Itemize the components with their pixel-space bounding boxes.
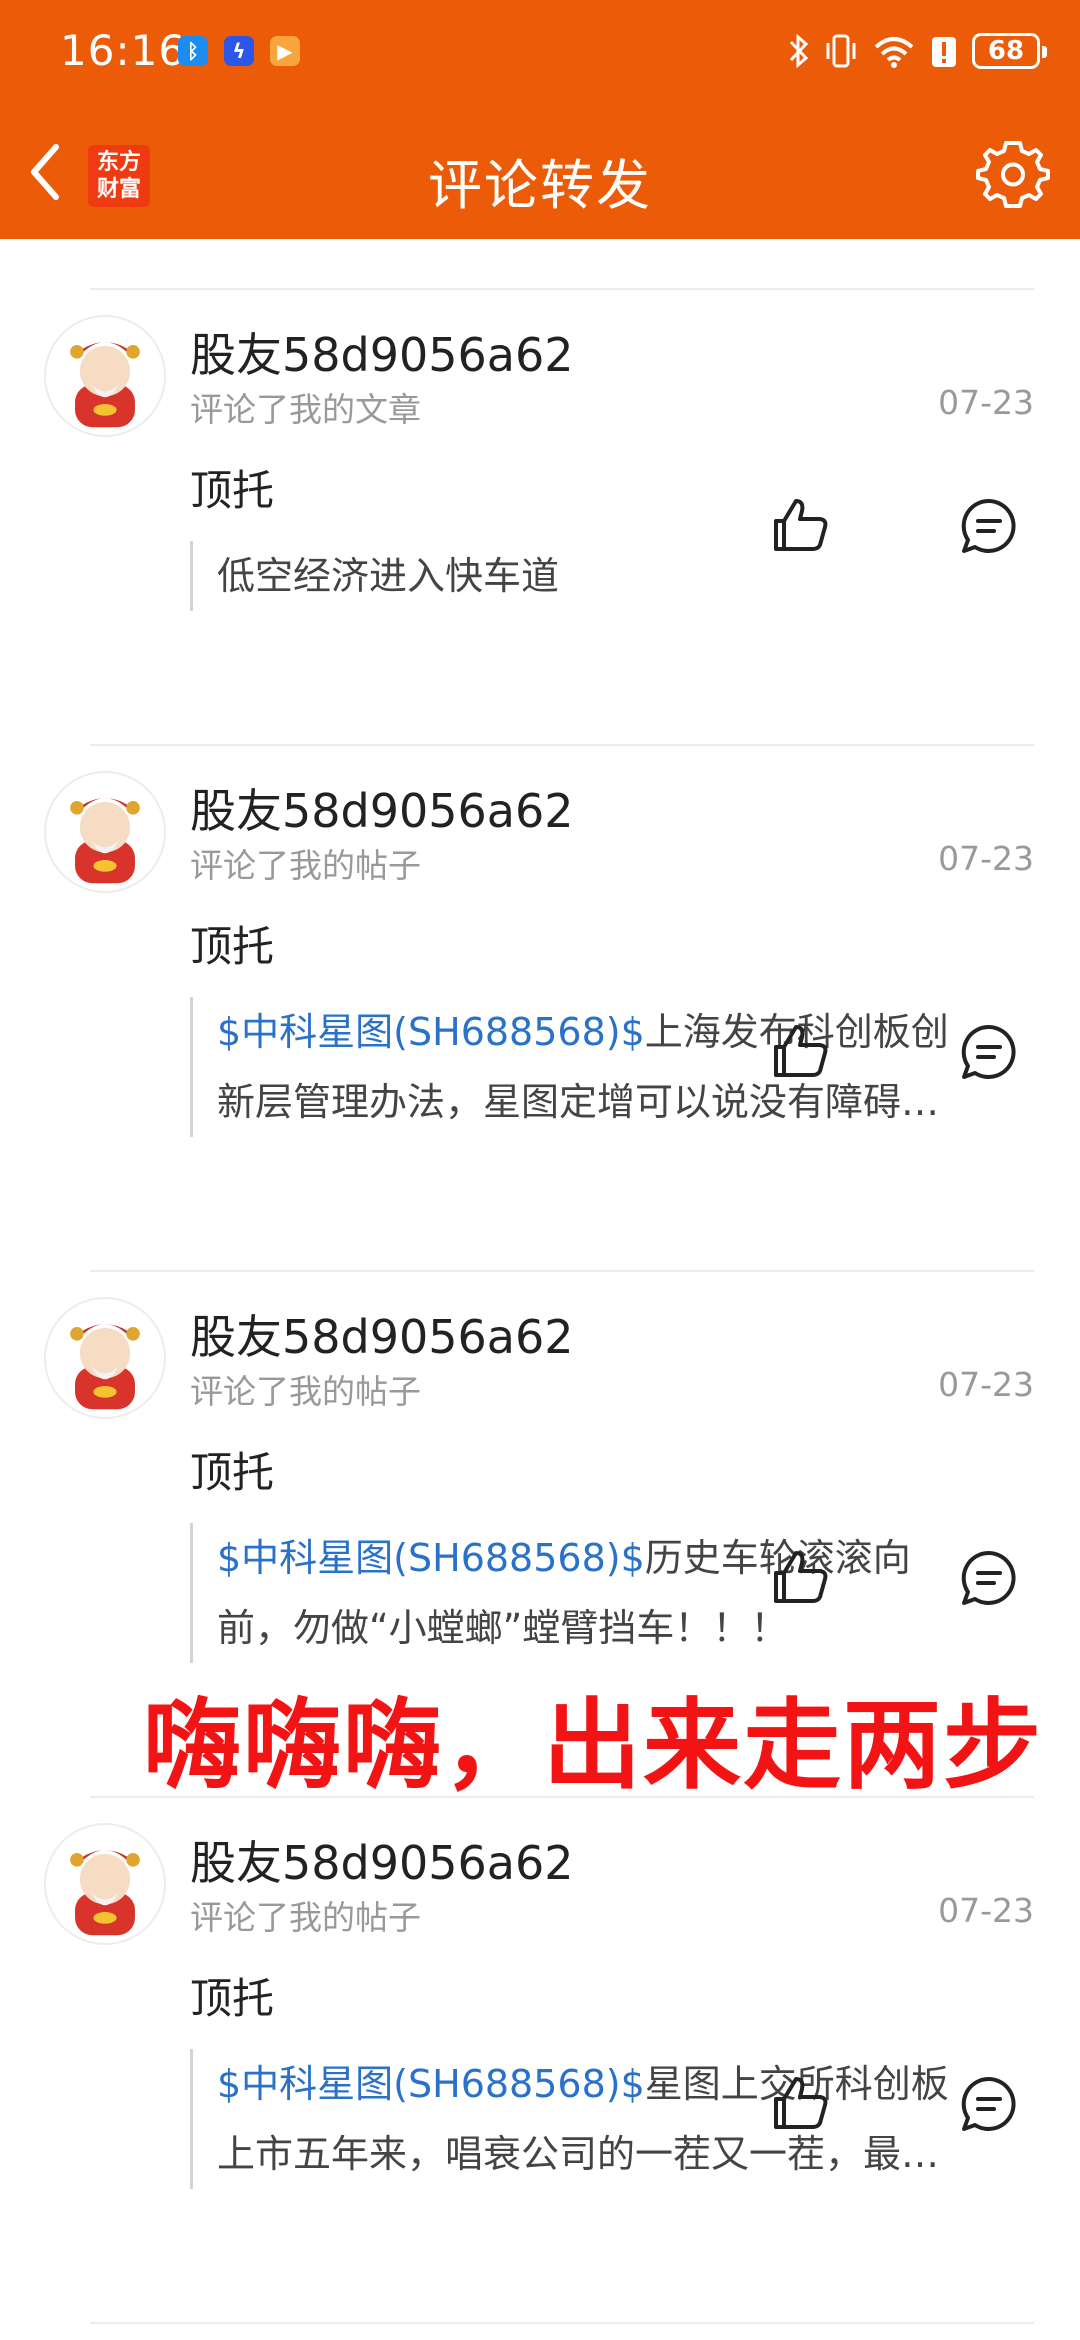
- stock-link[interactable]: $中科星图(SH688568)$: [217, 1536, 645, 1580]
- overlay-caption: 嗨嗨嗨，出来走两步: [143, 1689, 1044, 1803]
- like-button[interactable]: [770, 1021, 832, 1083]
- battery-icon: 68: [972, 33, 1047, 69]
- avatar[interactable]: [44, 315, 166, 437]
- stock-link[interactable]: $中科星图(SH688568)$: [217, 2062, 645, 2106]
- action-text: 评论了我的帖子: [190, 846, 421, 885]
- settings-button[interactable]: [976, 137, 1050, 211]
- reply-button[interactable]: [958, 1547, 1020, 1609]
- chat-bubble-icon: [961, 1550, 1016, 1605]
- quoted-post[interactable]: $中科星图(SH688568)$上海发布科创板创 新层管理办法，星图定增可以说没…: [190, 997, 1036, 1137]
- video-app-icon: ▶: [270, 36, 300, 66]
- action-text: 评论了我的帖子: [190, 1372, 421, 1411]
- quote-line-1: $中科星图(SH688568)$星图上交所科创板: [217, 2049, 1036, 2119]
- quoted-post[interactable]: $中科星图(SH688568)$星图上交所科创板 上市五年来，唱衰公司的一茬又一…: [190, 2049, 1036, 2189]
- avatar-image: [70, 1324, 140, 1410]
- reply-button[interactable]: [958, 495, 1020, 557]
- quote-line-2: 前，勿做“小螳螂”螳臂挡车！！！: [217, 1606, 789, 1650]
- quoted-post[interactable]: $中科星图(SH688568)$历史车轮滚滚向 前，勿做“小螳螂”螳臂挡车！！！: [190, 1523, 1036, 1663]
- quoted-post[interactable]: 低空经济进入快车道: [190, 541, 1036, 611]
- alert-icon: [932, 37, 956, 67]
- quote-line-2: 新层管理办法，星图定增可以说没有障碍…: [217, 1080, 940, 1124]
- post-date: 07-23: [938, 1365, 1034, 1404]
- wifi-icon: [874, 37, 914, 68]
- comment-text: 顶托: [190, 466, 275, 515]
- list-item[interactable]: 股友58d9056a62 评论了我的帖子 07-23 顶托 $中科星图(SH68…: [0, 745, 1080, 1271]
- username[interactable]: 股友58d9056a62: [190, 775, 574, 841]
- stock-link[interactable]: $中科星图(SH688568)$: [217, 1010, 645, 1054]
- like-button[interactable]: [770, 2073, 832, 2135]
- like-button[interactable]: [770, 1547, 832, 1609]
- action-text: 评论了我的文章: [190, 390, 421, 429]
- avatar-image: [70, 342, 140, 428]
- username[interactable]: 股友58d9056a62: [190, 1827, 574, 1893]
- reply-button[interactable]: [958, 2073, 1020, 2135]
- status-bar: 16:16 ᛒ ϟ ▶ 68: [0, 0, 1080, 105]
- list-item[interactable]: 股友58d9056a62 评论了我的帖子 07-23 顶托 $中科星图(SH68…: [0, 1797, 1080, 2323]
- avatar[interactable]: [44, 1297, 166, 1419]
- comment-text: 顶托: [190, 922, 275, 971]
- action-text: 评论了我的帖子: [190, 1898, 421, 1937]
- username[interactable]: 股友58d9056a62: [190, 319, 574, 385]
- vibrate-icon: [826, 34, 856, 68]
- bluetooth-icon: [789, 33, 809, 69]
- comment-text: 顶托: [190, 1974, 275, 2023]
- app-bar: 东方 财富 评论转发: [0, 105, 1080, 239]
- post-date: 07-23: [938, 839, 1034, 878]
- chat-bubble-icon: [961, 1024, 1016, 1079]
- like-button[interactable]: [770, 495, 832, 557]
- thumbs-up-icon: [774, 1551, 828, 1603]
- status-time: 16:16: [60, 26, 187, 75]
- quote-text: 低空经济进入快车道: [217, 554, 560, 598]
- thumbs-up-icon: [774, 499, 828, 551]
- chat-bubble-icon: [961, 2076, 1016, 2131]
- thumbs-up-icon: [774, 1025, 828, 1077]
- quote-line-2: 上市五年来，唱衰公司的一茬又一茬，最…: [217, 2132, 940, 2176]
- page-title: 评论转发: [428, 154, 652, 217]
- quote-line-1: $中科星图(SH688568)$上海发布科创板创: [217, 997, 1036, 1067]
- thumbs-up-icon: [774, 2077, 828, 2129]
- comment-text: 顶托: [190, 1448, 275, 1497]
- avatar[interactable]: [44, 1823, 166, 1945]
- username[interactable]: 股友58d9056a62: [190, 1301, 574, 1367]
- divider: [90, 2322, 1034, 2324]
- avatar-image: [70, 798, 140, 884]
- avatar-image: [70, 1850, 140, 1936]
- reply-button[interactable]: [958, 1021, 1020, 1083]
- quote-line-1: 低空经济进入快车道: [217, 541, 1036, 611]
- list-item[interactable]: 股友58d9056a62 评论了我的文章 07-23 顶托 低空经济进入快车道: [0, 289, 1080, 815]
- avatar[interactable]: [44, 771, 166, 893]
- system-tray: 68: [788, 28, 1047, 74]
- chat-bubble-icon: [961, 498, 1016, 553]
- bluetooth-app-icon: ᛒ: [178, 36, 208, 66]
- gear-icon: [976, 141, 1050, 208]
- quote-line-1: $中科星图(SH688568)$历史车轮滚滚向: [217, 1523, 1036, 1593]
- post-date: 07-23: [938, 383, 1034, 422]
- post-date: 07-23: [938, 1891, 1034, 1930]
- flash-app-icon: ϟ: [224, 36, 254, 66]
